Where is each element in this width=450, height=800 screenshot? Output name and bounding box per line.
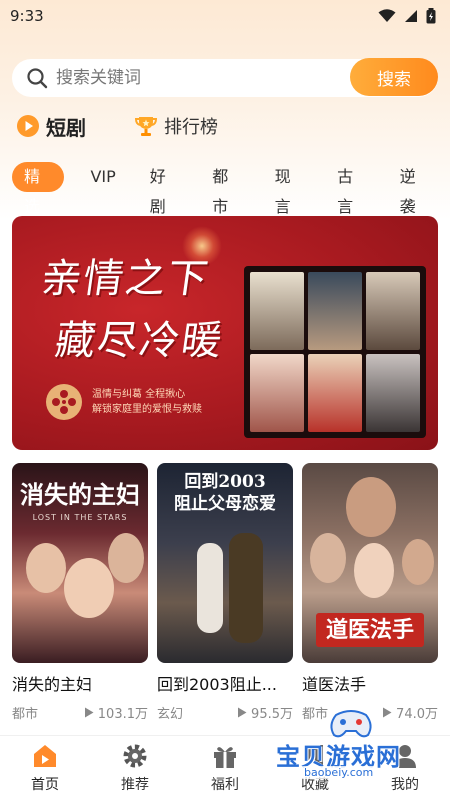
- category-urban[interactable]: 都市: [200, 162, 252, 216]
- nav-welfare-label: 福利: [211, 777, 239, 793]
- banner-subtitle-line1: 温情与纠葛 全程揪心: [92, 389, 186, 400]
- drama-card-list: 消失的主妇 LOST IN THE STARS 消失的主妇 都市 103.1万 …: [12, 463, 438, 722]
- promo-banner[interactable]: 亲情之下 藏尽冷暖 温情与纠葛 全程揪心 解锁家庭里的爱恨与救赎: [12, 216, 438, 450]
- category-tabs: 精选 VIP 好剧 都市 现言 古言 逆袭: [12, 162, 450, 216]
- collage-poster: [250, 354, 304, 432]
- search-input[interactable]: [56, 68, 316, 88]
- status-bar: 9:33: [0, 0, 450, 32]
- drama-poster[interactable]: 消失的主妇 LOST IN THE STARS: [12, 463, 148, 663]
- category-comeback[interactable]: 逆袭: [388, 162, 440, 216]
- poster-figure: [402, 539, 434, 585]
- drama-view-count: 74.0万: [396, 707, 438, 722]
- poster-title: 回到2003 阻止父母恋爱: [174, 472, 276, 514]
- tab-short-drama[interactable]: 短剧: [16, 112, 86, 141]
- drama-poster[interactable]: 回到2003 阻止父母恋爱: [157, 463, 293, 663]
- poster-figure: [346, 477, 396, 537]
- category-ancient-romance[interactable]: 古言: [325, 162, 377, 216]
- wifi-icon: [378, 9, 396, 22]
- poster-figure: [64, 558, 114, 618]
- drama-genre: 都市: [302, 707, 329, 722]
- banner-title-line2: 藏尽冷暖: [52, 318, 227, 364]
- nav-recommend[interactable]: 推荐: [100, 742, 170, 794]
- gear-icon: [123, 744, 147, 768]
- poster-title: 消失的主妇: [20, 480, 140, 509]
- banner-subtitle: 温情与纠葛 全程揪心 解锁家庭里的爱恨与救赎: [46, 382, 236, 422]
- trophy-icon: [134, 117, 158, 136]
- play-icon: [383, 707, 392, 718]
- nav-recommend-label: 推荐: [121, 777, 149, 793]
- battery-icon: [426, 8, 436, 24]
- drama-card[interactable]: 回到2003 阻止父母恋爱 回到2003阻止... 玄幻 95.5万: [157, 463, 293, 722]
- drama-view-count: 103.1万: [97, 707, 148, 722]
- nav-mine[interactable]: 我的: [370, 742, 440, 794]
- banner-title-line1: 亲情之下: [38, 256, 213, 302]
- tab-ranking[interactable]: 排行榜: [134, 113, 218, 139]
- status-time: 9:33: [10, 7, 44, 25]
- poster-figure: [354, 543, 394, 598]
- bookmark-icon: [307, 745, 323, 767]
- section-tabs: 短剧 排行榜: [16, 110, 218, 142]
- home-play-icon: [34, 745, 56, 767]
- drama-views: 74.0万: [382, 703, 438, 722]
- drama-meta: 都市 103.1万: [12, 703, 148, 722]
- nav-home-label: 首页: [31, 777, 59, 793]
- drama-poster[interactable]: 道医法手: [302, 463, 438, 663]
- collage-poster: [308, 272, 362, 350]
- search-row: 搜索: [12, 58, 438, 98]
- nav-favorites[interactable]: 收藏: [280, 742, 350, 794]
- search-icon: [27, 68, 48, 89]
- status-icons: [378, 8, 436, 24]
- drama-meta: 都市 74.0万: [302, 703, 438, 722]
- collage-poster: [366, 272, 420, 350]
- poster-figure: [310, 533, 346, 583]
- poster-figure: [108, 533, 144, 583]
- collage-poster: [250, 272, 304, 350]
- signal-icon: [405, 10, 417, 22]
- category-modern-romance[interactable]: 现言: [263, 162, 315, 216]
- film-reel-icon: [46, 384, 82, 420]
- banner-title: 亲情之下 藏尽冷暖: [38, 246, 252, 366]
- drama-view-count: 95.5万: [251, 707, 293, 722]
- category-good-drama[interactable]: 好剧: [138, 162, 190, 216]
- poster-figure: [229, 533, 263, 643]
- nav-home[interactable]: 首页: [10, 742, 80, 794]
- nav-mine-label: 我的: [391, 777, 419, 793]
- category-featured[interactable]: 精选: [12, 162, 65, 216]
- poster-figure: [197, 543, 223, 633]
- drama-views: 95.5万: [237, 703, 293, 722]
- bottom-nav: 首页 推荐 福利 收藏 我的: [0, 735, 450, 800]
- drama-genre: 玄幻: [157, 707, 184, 722]
- collage-poster: [366, 354, 420, 432]
- collage-poster: [308, 354, 362, 432]
- tab-short-drama-label: 短剧: [46, 115, 86, 140]
- drama-card[interactable]: 道医法手 道医法手 都市 74.0万: [302, 463, 438, 722]
- search-button[interactable]: 搜索: [350, 58, 438, 96]
- play-circle-icon: [17, 115, 39, 137]
- gift-icon: [214, 747, 236, 768]
- drama-card[interactable]: 消失的主妇 LOST IN THE STARS 消失的主妇 都市 103.1万: [12, 463, 148, 722]
- drama-title[interactable]: 消失的主妇: [12, 671, 148, 695]
- poster-title: 道医法手: [316, 613, 424, 647]
- play-icon: [238, 707, 247, 718]
- drama-title[interactable]: 回到2003阻止...: [157, 671, 293, 695]
- nav-favorites-label: 收藏: [301, 777, 329, 793]
- tab-ranking-label: 排行榜: [164, 117, 218, 138]
- poster-subtitle: LOST IN THE STARS: [32, 513, 128, 522]
- poster-figure: [26, 543, 66, 593]
- drama-views: 103.1万: [84, 703, 148, 722]
- drama-genre: 都市: [12, 707, 39, 722]
- nav-welfare[interactable]: 福利: [190, 742, 260, 794]
- user-icon: [394, 745, 416, 768]
- drama-meta: 玄幻 95.5万: [157, 703, 293, 722]
- banner-poster-collage: [244, 266, 426, 438]
- drama-title[interactable]: 道医法手: [302, 671, 438, 695]
- category-vip[interactable]: VIP: [78, 162, 127, 192]
- play-icon: [84, 707, 94, 718]
- banner-subtitle-line2: 解锁家庭里的爱恨与救赎: [92, 404, 202, 415]
